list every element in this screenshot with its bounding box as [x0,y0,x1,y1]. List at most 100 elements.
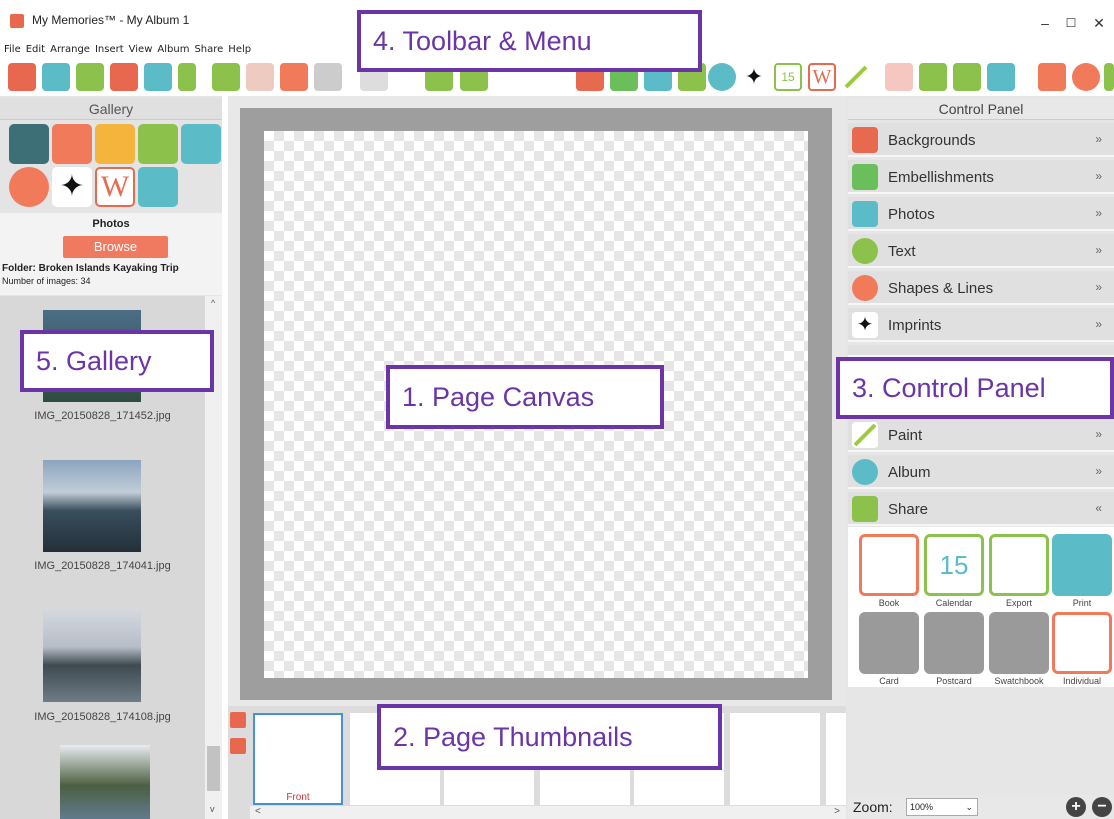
swatchbook-icon[interactable] [989,612,1049,674]
cp-row-text[interactable]: Text » [848,234,1114,268]
photo-filename: IMG_20150828_174041.jpg [34,560,171,572]
mycom-icon[interactable] [1038,63,1066,91]
mycom-gallery-icon[interactable] [181,124,221,164]
photo-thumbnail[interactable] [43,610,141,702]
folder-name: Folder: Broken Islands Kayaking Trip [2,263,179,274]
menu-arrange[interactable]: Arrange [50,40,90,60]
menu-insert[interactable]: Insert [95,40,124,60]
book-icon[interactable] [859,534,919,596]
storybook-s-icon[interactable] [885,63,913,91]
menu-album[interactable]: Album [157,40,189,60]
flower-icon[interactable] [52,124,92,164]
folder-icon[interactable] [42,63,70,91]
butterfly-icon[interactable]: ✦ [52,167,92,207]
share-label-calendar: Calendar [935,598,973,608]
photo-filename: IMG_20150828_171452.jpg [34,410,171,422]
chevron-down-icon: » [1095,427,1102,441]
book-view-icon[interactable] [230,738,246,754]
postcard-icon[interactable] [924,612,984,674]
chevron-down-icon: » [1095,464,1102,478]
browse-button[interactable]: Browse [63,236,168,258]
shape-icon[interactable] [144,63,172,91]
cp-label: Backgrounds [888,132,976,149]
image-count: Number of images: 34 [2,276,91,286]
photo-filename: IMG_20150828_174108.jpg [34,711,171,723]
more-icon[interactable] [1104,63,1114,91]
zoom-select[interactable]: 100% ⌄ [906,798,978,816]
camera-icon[interactable] [9,124,49,164]
front-label: Front [286,792,310,803]
thumbnail-scrollbar[interactable]: < > [250,806,846,819]
ruler-icon[interactable] [246,63,274,91]
shapes-icon[interactable] [708,63,736,91]
card-icon[interactable] [859,612,919,674]
page-thumbnail[interactable] [730,713,820,805]
print-icon[interactable] [1052,534,1112,596]
zoom-in-button[interactable]: + [1066,797,1086,817]
export-icon[interactable] [989,534,1049,596]
page-thumbnail-front[interactable]: Front [253,713,343,805]
menu-help[interactable]: Help [228,40,251,60]
calendar-icon[interactable]: 15 [924,534,984,596]
calendar-icon[interactable]: 15 [774,63,802,91]
help-icon[interactable] [1072,63,1100,91]
share-label-print: Print [1072,598,1092,608]
photo-print-icon[interactable] [987,63,1015,91]
individual-icon[interactable] [1052,612,1112,674]
print-icon-small[interactable] [919,63,947,91]
share-label-export: Export [1005,598,1032,608]
text-tool-icon[interactable] [314,63,342,91]
callout-thumbnails: 2. Page Thumbnails [377,704,722,770]
imprint-icon[interactable]: ✦ [740,63,768,91]
cp-row-shapes[interactable]: Shapes & Lines » [848,271,1114,305]
page-view-icon[interactable] [230,712,246,728]
butterfly-icon: ✦ [852,312,878,338]
star-icon [852,275,878,301]
close-button[interactable]: ✕ [1084,10,1114,36]
zoom-value: 100% [910,802,934,812]
cp-row-embellishments[interactable]: Embellishments » [848,160,1114,194]
share-label-book: Book [878,598,900,608]
cp-row-backgrounds[interactable]: Backgrounds » [848,123,1114,157]
paint-icon[interactable] [842,63,870,91]
export-icon[interactable] [953,63,981,91]
zoom-out-button[interactable]: − [1092,797,1112,817]
cp-row-album[interactable]: Album » [848,455,1114,489]
menu-view[interactable]: View [129,40,153,60]
grid-icon[interactable] [280,63,308,91]
storybook-icon[interactable] [76,63,104,91]
page-thumbnail[interactable] [826,713,846,805]
layout-icon[interactable] [110,63,138,91]
word-art-icon[interactable]: W [95,167,135,207]
cp-row-paint[interactable]: Paint » [848,418,1114,452]
star-icon[interactable] [9,167,49,207]
chevron-down-icon: » [1095,280,1102,294]
menu-share[interactable]: Share [194,40,223,60]
stripes-icon[interactable] [95,124,135,164]
paint-icon [852,422,878,448]
cp-label: Photos [888,206,935,223]
callout-toolbar: 4. Toolbar & Menu [357,10,702,72]
window-title: My Memories™ - My Album 1 [32,13,190,27]
photo-thumbnail[interactable] [60,745,150,819]
word-icon[interactable]: W [808,63,836,91]
cp-row-share[interactable]: Share « [848,492,1114,526]
maximize-button[interactable]: ☐ [1056,10,1086,36]
my-logo-icon[interactable] [8,63,36,91]
cp-label: Paint [888,427,923,444]
share-label-individual: Individual [1062,676,1102,686]
menu-file[interactable]: File [4,40,21,60]
add-page-icon[interactable] [178,63,196,91]
cp-row-photos[interactable]: Photos » [848,197,1114,231]
menu-edit[interactable]: Edit [26,40,45,60]
layers-icon[interactable] [212,63,240,91]
cp-row-imprints[interactable]: ✦ Imprints » [848,308,1114,342]
grid-layout-icon[interactable] [138,167,178,207]
cp-label: Text [888,243,916,260]
chevron-down-icon: » [1095,317,1102,331]
chevron-down-icon: ⌄ [965,802,973,812]
callout-control: 3. Control Panel [836,357,1114,419]
photo-thumbnail[interactable] [43,460,141,552]
cp-row-hidden[interactable] [848,345,1114,357]
layout-l-icon[interactable] [138,124,178,164]
